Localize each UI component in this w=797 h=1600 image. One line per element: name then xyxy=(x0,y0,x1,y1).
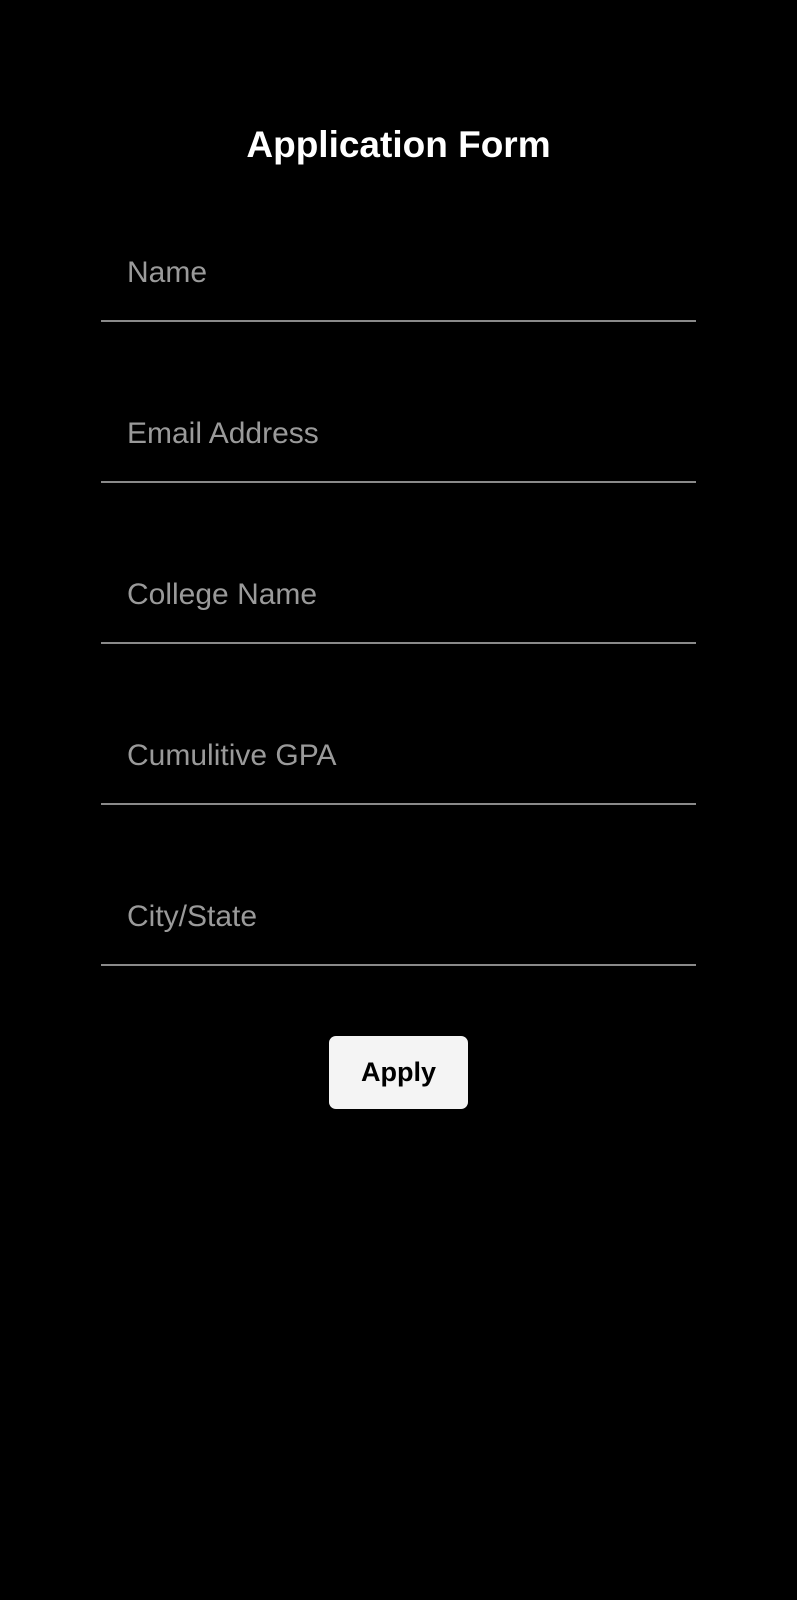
city-state-input[interactable] xyxy=(101,870,696,966)
name-field xyxy=(101,226,696,387)
college-name-field xyxy=(101,548,696,709)
apply-button[interactable]: Apply xyxy=(329,1036,468,1109)
gpa-input[interactable] xyxy=(101,709,696,805)
page-title: Application Form xyxy=(246,123,551,165)
email-input[interactable] xyxy=(101,387,696,483)
college-name-input[interactable] xyxy=(101,548,696,644)
application-screen: Application Form Apply xyxy=(0,0,797,1600)
name-input[interactable] xyxy=(101,226,696,322)
application-form xyxy=(101,226,696,1031)
email-field xyxy=(101,387,696,548)
city-state-field xyxy=(101,870,696,1031)
gpa-field xyxy=(101,709,696,870)
